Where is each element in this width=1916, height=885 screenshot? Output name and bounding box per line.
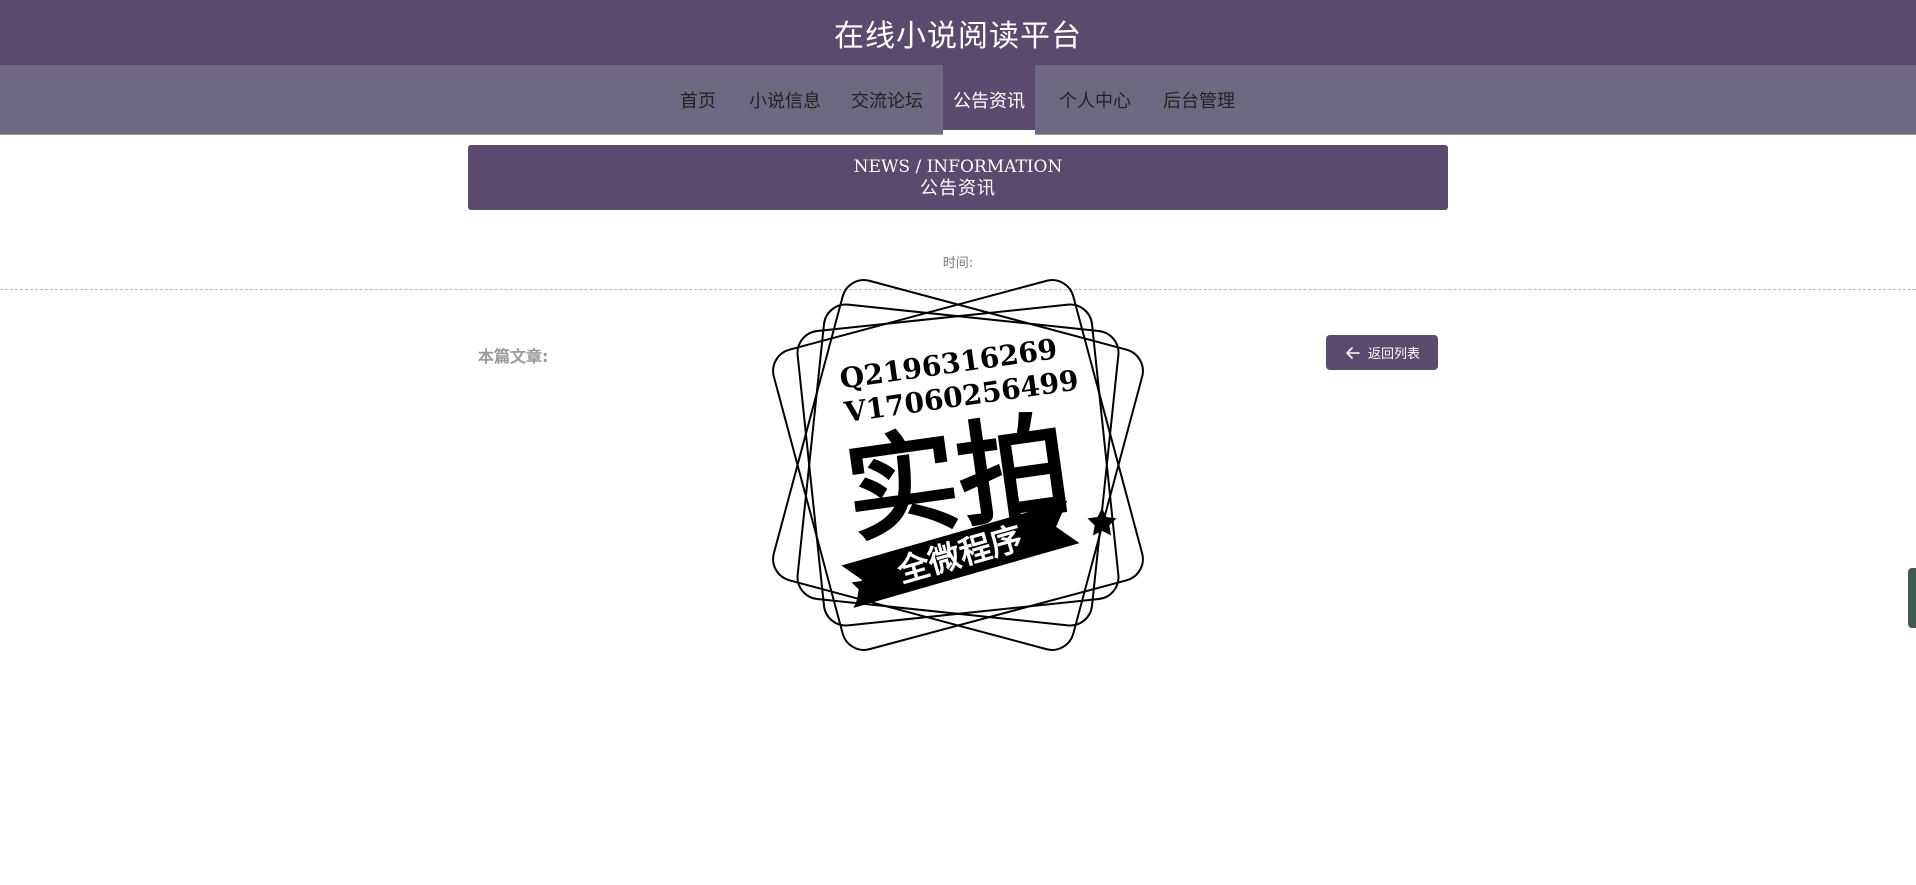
nav-item-news[interactable]: 公告资讯: [943, 65, 1035, 135]
banner-title-cn: 公告资讯: [920, 177, 996, 199]
nav-item-home[interactable]: 首页: [668, 65, 728, 135]
floating-side-widget[interactable]: [1908, 568, 1916, 628]
nav-item-admin[interactable]: 后台管理: [1158, 65, 1240, 135]
site-title: 在线小说阅读平台: [834, 18, 1082, 54]
site-header: 在线小说阅读平台: [0, 0, 1916, 65]
main-nav: 首页 小说信息 交流论坛 公告资讯 个人中心 后台管理: [0, 65, 1916, 135]
back-button-label: 返回列表: [1367, 347, 1420, 362]
article-content-label: 本篇文章:: [478, 347, 549, 366]
section-banner: NEWS / INFORMATION 公告资讯: [468, 145, 1448, 210]
nav-item-forum[interactable]: 交流论坛: [848, 65, 926, 135]
back-to-list-button[interactable]: 返回列表: [1326, 335, 1438, 370]
watermark-stamp: Q2196316269 V17060256499 实拍 全微程序: [772, 279, 1144, 651]
banner-title-en: NEWS / INFORMATION: [853, 156, 1063, 177]
nav-item-profile[interactable]: 个人中心: [1055, 65, 1135, 135]
arrow-left-icon: [1346, 346, 1360, 359]
nav-item-novels[interactable]: 小说信息: [744, 65, 826, 135]
